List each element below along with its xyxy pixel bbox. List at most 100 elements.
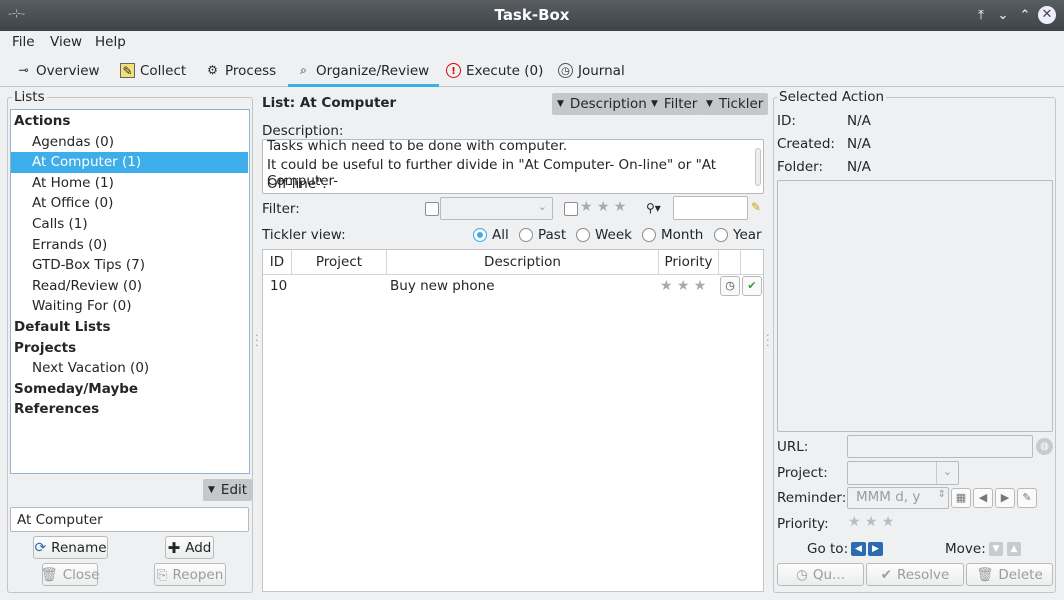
list-item-label: At Home (1) <box>32 174 114 191</box>
list-item[interactable]: At Home (1) <box>11 173 248 194</box>
list-item-label: GTD-Box Tips (7) <box>32 257 145 274</box>
list-item-label: Read/Review (0) <box>32 277 143 294</box>
description-line-3: Off-line". <box>267 176 327 192</box>
move-down-icon[interactable]: ▼ <box>989 542 1003 556</box>
minimize-icon[interactable]: ⌄ <box>994 7 1012 25</box>
plus-icon: ✚ <box>167 538 181 557</box>
move-up-icon[interactable]: ▲ <box>1007 542 1021 556</box>
list-item[interactable]: Default Lists <box>11 317 248 338</box>
list-item[interactable]: Projects <box>11 338 248 359</box>
tickler-month-radio[interactable]: Month <box>642 227 703 243</box>
queue-icon: ◷ <box>796 566 808 583</box>
description-line-1: Tasks which need to be done with compute… <box>267 139 568 154</box>
binoculars-search-icon[interactable]: ⚲▾ <box>646 201 661 215</box>
tickler-past-radio[interactable]: Past <box>519 227 566 243</box>
goto-next-icon[interactable]: ▶ <box>868 542 883 556</box>
priority-label: Priority: <box>777 516 829 532</box>
tab-process[interactable]: ⚙ Process <box>205 63 276 87</box>
rename-button[interactable]: ⟳ Rename <box>33 536 108 559</box>
action-notes-area[interactable] <box>777 180 1053 432</box>
arrow-right-icon[interactable]: ▶ <box>995 488 1015 508</box>
list-item[interactable]: Actions <box>11 111 248 132</box>
table-row[interactable]: 10 Buy new phone ★ ★ ★ ◷ ✔ <box>263 276 763 298</box>
clear-reminder-icon[interactable]: ✎ <box>1017 488 1037 508</box>
list-item[interactable]: GTD-Box Tips (7) <box>11 255 248 276</box>
description-label: Description: <box>262 123 344 139</box>
list-item[interactable]: Read/Review (0) <box>11 276 248 297</box>
description-toggle-button[interactable]: ▼ Description <box>552 93 652 115</box>
tab-organize-review[interactable]: ⌕ Organize/Review <box>288 61 440 87</box>
column-header-reminder[interactable] <box>719 250 741 274</box>
list-item[interactable]: Errands (0) <box>11 235 248 256</box>
tickler-toggle-button[interactable]: ▼ Tickler <box>701 93 769 115</box>
list-item[interactable]: Next Vacation (0) <box>11 358 248 379</box>
reminder-label: Reminder: <box>777 490 847 506</box>
splitter-handle-left[interactable]: · · · <box>255 330 259 351</box>
open-url-icon[interactable]: ◍ <box>1036 438 1053 455</box>
star-icon: ★ <box>613 199 627 215</box>
reminder-clock-icon[interactable]: ◷ <box>720 276 740 296</box>
star-icon: ★ <box>660 278 673 294</box>
list-item[interactable]: Waiting For (0) <box>11 296 248 317</box>
queue-button[interactable]: ◷ Qu... <box>777 563 864 586</box>
tab-journal[interactable]: ◷ Journal <box>558 63 625 87</box>
list-item[interactable]: Agendas (0) <box>11 132 248 153</box>
tab-execute[interactable]: ! Execute (0) <box>446 63 543 87</box>
add-button[interactable]: ✚ Add <box>165 536 214 559</box>
tickler-week-radio[interactable]: Week <box>576 227 632 243</box>
menu-help[interactable]: Help <box>95 34 126 50</box>
priority-stars[interactable]: ★ ★ ★ <box>848 514 894 530</box>
filter-project-combo[interactable]: ⌄ <box>440 197 553 220</box>
close-window-icon[interactable]: ✕ <box>1038 6 1056 24</box>
list-item[interactable]: At Office (0) <box>11 193 248 214</box>
list-item-label: Default Lists <box>14 319 111 335</box>
description-scrollbar[interactable] <box>755 148 761 186</box>
filter-search-input[interactable] <box>673 196 748 220</box>
arrow-left-icon[interactable]: ◀ <box>973 488 993 508</box>
reopen-button[interactable]: ⎘ Reopen <box>154 563 226 586</box>
reminder-date-input[interactable]: MMM d, y ⇕ <box>847 487 949 509</box>
done-check-icon[interactable]: ✔ <box>742 276 762 296</box>
filter-toggle-button[interactable]: ▼ Filter <box>646 93 703 115</box>
execute-icon: ! <box>446 63 461 78</box>
filter-priority-checkbox[interactable] <box>564 202 578 216</box>
maximize-icon[interactable]: ⌃ <box>1016 7 1034 25</box>
menu-view[interactable]: View <box>50 34 82 50</box>
project-combo[interactable]: ⌄ <box>847 461 959 485</box>
row-priority-stars[interactable]: ★ ★ ★ <box>660 278 706 294</box>
chevron-down-icon: ⌄ <box>936 462 958 484</box>
menu-file[interactable]: File <box>12 34 35 50</box>
edit-button[interactable]: ▼ Edit <box>203 479 253 501</box>
clear-filter-icon[interactable]: ✎ <box>751 200 761 214</box>
column-header-done[interactable] <box>741 250 763 274</box>
goto-previous-icon[interactable]: ◀ <box>851 542 866 556</box>
column-header-priority[interactable]: Priority <box>659 250 719 274</box>
description-textarea[interactable]: Tasks which need to be done with compute… <box>262 139 764 194</box>
lists-tree[interactable]: Actions Agendas (0) At Computer (1) At Home… <box>10 109 250 474</box>
filter-priority-stars[interactable]: ★ ★ ★ <box>580 199 626 215</box>
resolve-button[interactable]: ✔ Resolve <box>866 563 964 586</box>
keep-above-icon[interactable]: ⤒ <box>972 7 990 25</box>
list-item-label: Someday/Maybe <box>14 380 139 397</box>
column-header-id[interactable]: ID <box>263 250 292 274</box>
filter-project-checkbox[interactable] <box>425 202 439 216</box>
list-item[interactable]: References <box>11 399 248 420</box>
column-header-description[interactable]: Description <box>387 250 659 274</box>
star-icon: ★ <box>693 278 707 294</box>
list-item[interactable]: At Computer (1) <box>11 152 248 174</box>
delete-button[interactable]: 🗑 Delete <box>966 563 1053 586</box>
tickler-year-radio[interactable]: Year <box>714 227 762 243</box>
tab-overview[interactable]: ⊸ Overview <box>16 63 99 87</box>
tab-collect[interactable]: ✎ Collect <box>120 63 186 87</box>
list-item[interactable]: Calls (1) <box>11 214 248 235</box>
tickler-all-radio[interactable]: All <box>473 227 509 243</box>
organize-icon: ⌕ <box>300 63 307 77</box>
url-input[interactable] <box>847 435 1033 458</box>
list-item[interactable]: Someday/Maybe <box>11 379 248 400</box>
column-header-project[interactable]: Project <box>292 250 387 274</box>
splitter-handle-right[interactable]: · · · <box>766 330 770 351</box>
list-name-input[interactable] <box>10 507 249 532</box>
calendar-icon[interactable]: ▦ <box>951 488 971 508</box>
star-icon: ★ <box>596 199 610 215</box>
close-list-button[interactable]: 🗑 Close <box>41 563 99 586</box>
